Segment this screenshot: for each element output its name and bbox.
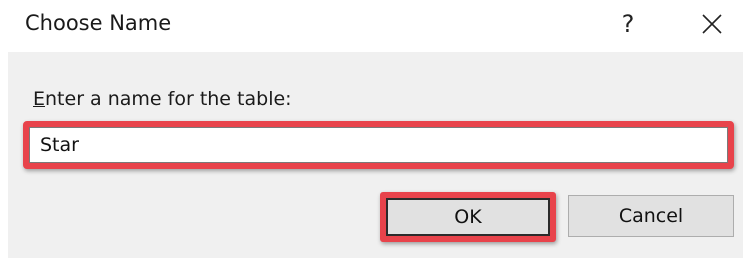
choose-name-dialog: Choose Name ? Enter a name for the table… — [0, 0, 749, 260]
prompt-accelerator-key: E — [33, 88, 46, 110]
title-bar: Choose Name ? — [0, 0, 749, 52]
ok-button-highlight: OK — [380, 192, 556, 242]
close-icon — [702, 14, 722, 34]
help-button[interactable]: ? — [612, 6, 644, 42]
ok-button[interactable]: OK — [386, 198, 550, 236]
name-input-highlight — [23, 121, 734, 169]
dialog-title: Choose Name — [25, 11, 172, 35]
close-button[interactable] — [692, 6, 732, 42]
prompt-text: nter a name for the table: — [45, 88, 292, 110]
name-prompt-label: Enter a name for the table: — [33, 88, 292, 110]
dialog-body: Enter a name for the table: OK Cancel — [8, 52, 743, 258]
cancel-button[interactable]: Cancel — [568, 195, 734, 237]
table-name-input[interactable] — [29, 127, 728, 163]
